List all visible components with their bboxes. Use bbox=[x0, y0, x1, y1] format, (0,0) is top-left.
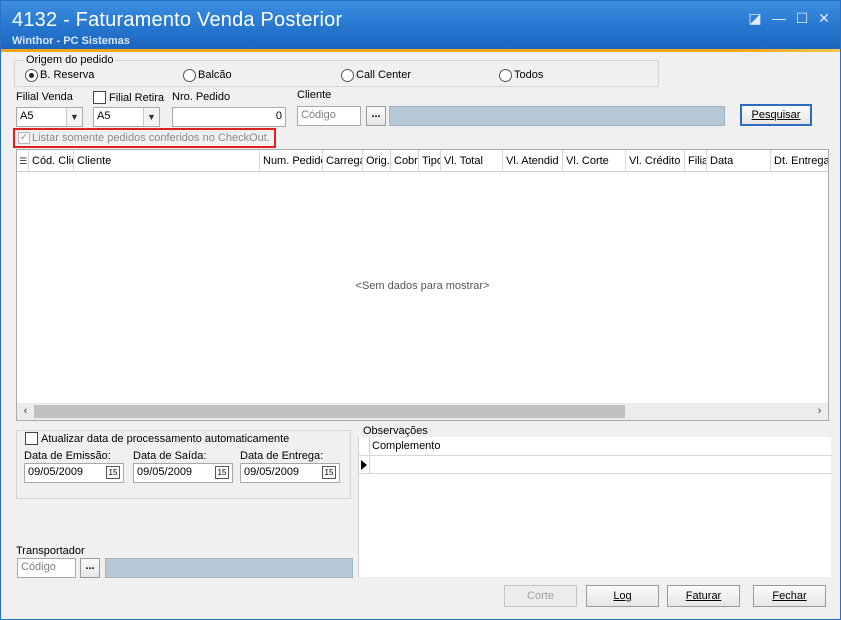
col-vl-atendid[interactable]: Vl. Atendid bbox=[503, 150, 563, 172]
data-saida-input[interactable]: 09/05/2009 15 bbox=[133, 463, 233, 483]
nro-pedido-label: Nro. Pedido bbox=[172, 91, 231, 103]
radio-balcao-label[interactable]: Balcão bbox=[198, 69, 232, 81]
radio-call-center[interactable] bbox=[341, 69, 354, 82]
chevron-down-icon[interactable]: ▼ bbox=[143, 108, 159, 126]
data-emissao-input[interactable]: 09/05/2009 15 bbox=[24, 463, 124, 483]
col-orig[interactable]: Orig. bbox=[363, 150, 391, 172]
restore-icon[interactable]: ◪ bbox=[747, 10, 763, 26]
col-data[interactable]: Data bbox=[707, 150, 771, 172]
data-emissao-label: Data de Emissão: bbox=[24, 450, 111, 462]
maximize-icon[interactable]: ☐ bbox=[794, 10, 810, 26]
grid-empty-text: <Sem dados para mostrar> bbox=[355, 280, 490, 292]
radio-b-reserva-label[interactable]: B. Reserva bbox=[40, 69, 94, 81]
log-button[interactable]: Log bbox=[586, 585, 659, 607]
observacoes-label: Observações bbox=[363, 425, 428, 437]
scroll-left-icon[interactable]: ‹ bbox=[17, 403, 34, 420]
auto-update-checkbox[interactable] bbox=[25, 432, 38, 445]
checkout-checkbox[interactable]: ✓ bbox=[18, 132, 30, 144]
data-saida-label: Data de Saída: bbox=[133, 450, 207, 462]
filial-venda-value: A5 bbox=[20, 110, 34, 122]
transportador-codigo-input[interactable]: Código bbox=[17, 558, 76, 578]
filial-retira-checkbox[interactable] bbox=[93, 91, 106, 104]
origem-legend: Origem do pedido bbox=[24, 54, 116, 66]
minimize-icon[interactable]: — bbox=[771, 10, 787, 26]
col-cobr[interactable]: Cobr bbox=[391, 150, 419, 172]
col-tipo[interactable]: Tipo bbox=[419, 150, 441, 172]
nro-pedido-input[interactable]: 0 bbox=[172, 107, 286, 127]
col-vl-corte[interactable]: Vl. Corte bbox=[563, 150, 626, 172]
filial-retira-label[interactable]: Filial Retira bbox=[109, 92, 164, 104]
data-entrega-label: Data de Entrega: bbox=[240, 450, 324, 462]
row-indicator-icon bbox=[361, 460, 367, 470]
title-bar: 4132 - Faturamento Venda Posterior Winth… bbox=[1, 1, 840, 49]
observacoes-grid[interactable]: Complemento bbox=[358, 437, 832, 577]
scroll-right-icon[interactable]: › bbox=[811, 403, 828, 420]
data-emissao-value: 09/05/2009 bbox=[28, 466, 84, 478]
filial-retira-value: A5 bbox=[97, 110, 111, 122]
radio-b-reserva[interactable] bbox=[25, 69, 38, 82]
col-filial[interactable]: Filia bbox=[685, 150, 707, 172]
radio-call-center-label[interactable]: Call Center bbox=[356, 69, 411, 81]
data-entrega-value: 09/05/2009 bbox=[244, 466, 300, 478]
observacoes-header: Complemento bbox=[359, 437, 832, 456]
corte-button[interactable]: Corte bbox=[504, 585, 577, 607]
transportador-search-button[interactable]: ... bbox=[80, 558, 100, 578]
filial-venda-combo[interactable]: A5 ▼ bbox=[16, 107, 83, 127]
grid-horizontal-scrollbar[interactable]: ‹ › bbox=[17, 403, 828, 420]
col-complemento[interactable]: Complemento bbox=[372, 440, 440, 452]
filial-retira-combo[interactable]: A5 ▼ bbox=[93, 107, 160, 127]
column-chooser-icon[interactable]: ☰ bbox=[17, 150, 29, 172]
calendar-icon[interactable]: 15 bbox=[106, 466, 120, 479]
transportador-label: Transportador bbox=[16, 545, 85, 557]
radio-balcao[interactable] bbox=[183, 69, 196, 82]
scrollbar-thumb[interactable] bbox=[34, 405, 625, 418]
col-num-pedido[interactable]: Num. Pedido bbox=[260, 150, 323, 172]
results-grid[interactable]: ☰ Cód. Clie Cliente Num. Pedido Carrega … bbox=[16, 149, 829, 421]
transportador-name-display bbox=[105, 558, 353, 578]
col-vl-credito[interactable]: Vl. Crédito bbox=[626, 150, 685, 172]
checkout-label[interactable]: Listar somente pedidos conferidos no Che… bbox=[32, 132, 270, 144]
pesquisar-button[interactable]: Pesquisar bbox=[740, 104, 812, 126]
observacoes-row[interactable] bbox=[359, 456, 832, 474]
chevron-down-icon[interactable]: ▼ bbox=[66, 108, 82, 126]
data-entrega-input[interactable]: 09/05/2009 15 bbox=[240, 463, 340, 483]
filial-venda-label: Filial Venda bbox=[16, 91, 73, 103]
col-cliente[interactable]: Cliente bbox=[74, 150, 260, 172]
radio-todos[interactable] bbox=[499, 69, 512, 82]
col-dt-entrega[interactable]: Dt. Entrega bbox=[771, 150, 828, 172]
faturar-button[interactable]: Faturar bbox=[667, 585, 740, 607]
window-subtitle: Winthor - PC Sistemas bbox=[12, 35, 130, 47]
main-window: 4132 - Faturamento Venda Posterior Winth… bbox=[0, 0, 841, 620]
radio-todos-label[interactable]: Todos bbox=[514, 69, 543, 81]
col-vl-total[interactable]: Vl. Total bbox=[441, 150, 503, 172]
form-body: Origem do pedido B. Reserva Balcão Call … bbox=[4, 52, 837, 617]
cliente-search-button[interactable]: ... bbox=[366, 106, 386, 126]
data-saida-value: 09/05/2009 bbox=[137, 466, 193, 478]
grid-header: ☰ Cód. Clie Cliente Num. Pedido Carrega … bbox=[17, 150, 828, 172]
calendar-icon[interactable]: 15 bbox=[322, 466, 336, 479]
calendar-icon[interactable]: 15 bbox=[215, 466, 229, 479]
window-title: 4132 - Faturamento Venda Posterior bbox=[12, 9, 343, 31]
cliente-codigo-input[interactable]: Código bbox=[297, 106, 361, 126]
cliente-label: Cliente bbox=[297, 89, 332, 101]
cliente-name-display bbox=[389, 106, 725, 126]
fechar-button[interactable]: Fechar bbox=[753, 585, 826, 607]
col-carrega[interactable]: Carrega bbox=[323, 150, 363, 172]
auto-update-label[interactable]: Atualizar data de processamento automati… bbox=[41, 433, 289, 445]
col-cod-cliente[interactable]: Cód. Clie bbox=[29, 150, 74, 172]
close-icon[interactable]: ✕ bbox=[816, 10, 832, 26]
